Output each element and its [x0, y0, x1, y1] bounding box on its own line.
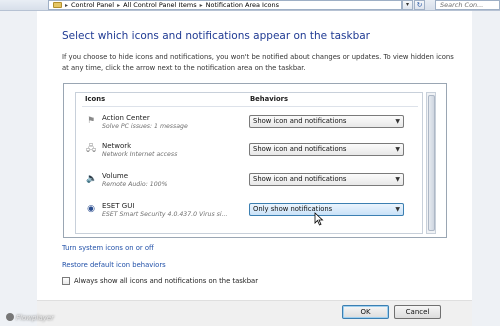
folder-icon	[53, 2, 62, 8]
column-header-behaviors: Behaviors	[250, 95, 289, 103]
icons-list: Icons Behaviors ⚑ Action Center Solve PC…	[75, 92, 423, 234]
watermark-text: Flowplayer	[16, 314, 54, 322]
item-status: Solve PC issues: 1 message	[102, 123, 188, 130]
item-name: ESET GUI	[102, 202, 135, 210]
refresh-button[interactable]: ↻	[414, 0, 425, 10]
item-status: Network Internet access	[102, 151, 178, 158]
breadcrumb-all-items[interactable]: All Control Panel Items	[123, 1, 196, 9]
speaker-icon: 🔈	[86, 174, 98, 184]
item-name: Volume	[102, 172, 129, 180]
watermark: Flowplayer	[6, 313, 54, 322]
dropdown-value: Show icon and notifications	[253, 117, 347, 125]
behavior-dropdown-eset-gui[interactable]: Only show notifications ▼	[249, 203, 404, 216]
chevron-down-icon: ▼	[395, 176, 400, 183]
always-show-checkbox[interactable]	[62, 277, 70, 285]
mouse-cursor-icon	[314, 212, 324, 226]
chevron-down-icon: ▼	[395, 206, 400, 213]
column-header-icons: Icons	[85, 95, 106, 103]
ok-button[interactable]: OK	[342, 305, 389, 319]
breadcrumb-control-panel[interactable]: Control Panel	[71, 1, 114, 9]
window-right-edge	[472, 11, 500, 326]
item-status: Remote Audio: 100%	[102, 181, 168, 188]
behavior-dropdown-volume[interactable]: Show icon and notifications ▼	[249, 173, 404, 186]
item-status: ESET Smart Security 4.0.437.0 Virus si..…	[102, 211, 228, 218]
list-item-network: 🖧 Network Network Internet access Show i…	[82, 141, 418, 163]
scrollbar-thumb[interactable]	[428, 95, 435, 231]
icons-panel: Icons Behaviors ⚑ Action Center Solve PC…	[63, 83, 447, 238]
list-item-action-center: ⚑ Action Center Solve PC issues: 1 messa…	[82, 113, 418, 135]
always-show-label[interactable]: Always show all icons and notifications …	[74, 277, 258, 285]
flag-icon: ⚑	[86, 116, 96, 126]
chevron-down-icon: ▼	[395, 118, 400, 125]
header-divider	[82, 106, 418, 107]
list-item-eset-gui: ◉ ESET GUI ESET Smart Security 4.0.437.0…	[82, 201, 418, 223]
behavior-dropdown-network[interactable]: Show icon and notifications ▼	[249, 143, 404, 156]
window-left-edge	[0, 11, 37, 326]
turn-system-icons-link[interactable]: Turn system icons on or off	[62, 244, 154, 252]
flowplayer-logo-icon	[6, 313, 14, 321]
address-dropdown-button[interactable]: ▾	[402, 0, 413, 10]
dropdown-value: Show icon and notifications	[253, 175, 347, 183]
address-bar: ▸ Control Panel ▸ All Control Panel Item…	[0, 0, 500, 11]
chevron-right-icon: ▸	[117, 1, 121, 9]
restore-defaults-link[interactable]: Restore default icon behaviors	[62, 261, 166, 269]
chevron-right-icon: ▸	[199, 1, 203, 9]
search-input[interactable]: Search Con...	[435, 0, 500, 10]
page-description: If you choose to hide icons and notifica…	[62, 53, 454, 72]
page-title: Select which icons and notifications app…	[62, 30, 370, 42]
chevron-right-icon: ▸	[65, 1, 69, 9]
eset-icon: ◉	[87, 204, 95, 214]
chevron-down-icon: ▼	[395, 146, 400, 153]
behavior-dropdown-action-center[interactable]: Show icon and notifications ▼	[249, 115, 404, 128]
vertical-scrollbar[interactable]	[426, 92, 436, 234]
network-icon: 🖧	[86, 144, 97, 154]
list-item-volume: 🔈 Volume Remote Audio: 100% Show icon an…	[82, 171, 418, 193]
breadcrumb[interactable]: ▸ Control Panel ▸ All Control Panel Item…	[48, 0, 402, 10]
dropdown-value: Show icon and notifications	[253, 145, 347, 153]
breadcrumb-notification-area-icons[interactable]: Notification Area Icons	[206, 1, 279, 9]
always-show-row: Always show all icons and notifications …	[62, 277, 258, 285]
item-name: Network	[102, 142, 132, 150]
cancel-button[interactable]: Cancel	[394, 305, 441, 319]
item-name: Action Center	[102, 114, 150, 122]
